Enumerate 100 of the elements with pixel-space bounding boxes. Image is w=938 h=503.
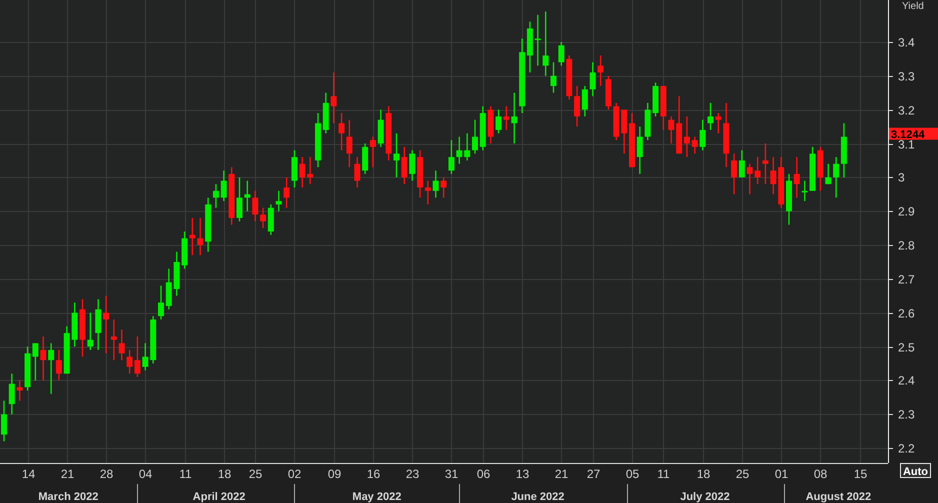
candlestick	[252, 190, 258, 222]
x-tick-label: 11	[657, 467, 670, 481]
candlestick	[511, 92, 518, 144]
x-tick-label: 11	[179, 467, 192, 481]
candlestick	[778, 157, 784, 208]
x-tick-label: 08	[814, 467, 828, 481]
candlestick	[621, 110, 628, 154]
x-tick-label: 28	[100, 467, 114, 481]
candlestick	[220, 170, 227, 202]
candlestick	[746, 164, 753, 194]
candlestick	[150, 316, 156, 364]
y-tick-label: 2.7	[898, 272, 915, 286]
candlestick	[394, 133, 400, 178]
candlestick	[534, 14, 541, 66]
candlestick	[409, 150, 416, 181]
candlestick	[794, 157, 800, 198]
x-tick-label: 21	[554, 467, 568, 481]
candlestick	[95, 299, 102, 350]
y-tick-label: 2.3	[898, 408, 915, 422]
x-tick-label: 25	[248, 467, 262, 481]
candlestick	[228, 167, 235, 225]
x-tick-label: 06	[476, 467, 490, 481]
candlestick	[590, 62, 596, 96]
candlestick	[708, 102, 714, 130]
x-tick-label: 18	[696, 467, 710, 481]
candlestick	[715, 113, 722, 134]
candlestick	[174, 252, 180, 296]
x-tick-label: 04	[138, 467, 152, 481]
x-tick-label: 27	[586, 467, 600, 481]
month-label: August 2022	[806, 491, 872, 503]
candlestick	[770, 157, 776, 194]
candlestick	[786, 174, 792, 225]
candlestick	[1, 400, 7, 442]
axis-title: Yield	[902, 1, 924, 12]
candlestick	[142, 343, 148, 370]
candlestick	[315, 113, 321, 168]
candlestick	[386, 106, 392, 160]
candlestick	[636, 126, 643, 174]
candlestick	[456, 136, 462, 164]
candlestick	[464, 133, 470, 160]
x-tick-label: 15	[854, 467, 868, 481]
x-tick-label: 02	[288, 467, 302, 481]
y-tick-label: 2.4	[898, 374, 915, 388]
candlestick	[158, 286, 164, 320]
x-tick-label: 16	[366, 467, 380, 481]
candlestick	[72, 302, 78, 347]
candlestick	[166, 268, 172, 310]
x-tick-label: 18	[218, 467, 232, 481]
candlestick	[480, 106, 486, 150]
candlestick	[330, 72, 337, 124]
x-tick-label: 31	[444, 467, 458, 481]
month-label: June 2022	[511, 491, 564, 503]
candlestick	[40, 336, 46, 380]
candlestick	[378, 110, 384, 147]
x-tick-label: 14	[22, 467, 36, 481]
candlestick	[488, 106, 494, 144]
x-tick-label: 25	[736, 467, 750, 481]
candlestick	[723, 102, 730, 168]
y-tick-label: 3.3	[898, 70, 915, 84]
candlestick	[700, 120, 706, 150]
month-label: April 2022	[192, 491, 246, 503]
candlestick	[354, 157, 360, 188]
candlestick	[299, 157, 306, 188]
candlestick	[472, 120, 478, 154]
y-tick-label: 2.5	[898, 340, 915, 354]
x-tick-label: 05	[626, 467, 640, 481]
candlestick	[802, 180, 808, 202]
candlestick	[236, 177, 242, 222]
candlestick	[692, 136, 698, 154]
candlestick	[440, 177, 447, 198]
candlestick	[307, 157, 314, 184]
candlestick	[197, 218, 204, 256]
auto-scale-button[interactable]: Auto	[900, 463, 931, 478]
candlestick	[401, 146, 408, 184]
month-label: July 2022	[680, 491, 730, 503]
candlestick	[550, 62, 556, 93]
candlestick	[542, 12, 549, 76]
candlestick	[16, 380, 23, 401]
candlestick	[668, 116, 674, 144]
candlestick	[566, 56, 572, 100]
x-tick-label: 01	[774, 467, 788, 481]
candlestick	[629, 113, 635, 168]
candlestick	[244, 180, 250, 212]
y-tick-label: 2.6	[898, 306, 915, 320]
candlestick	[8, 374, 15, 414]
candlestick	[613, 102, 620, 140]
y-tick-label: 2.2	[898, 442, 915, 456]
candlestick	[448, 140, 454, 174]
y-tick-label: 3.2	[898, 104, 915, 118]
y-tick-label: 3.4	[898, 36, 915, 50]
candlestick	[87, 312, 94, 350]
candlestick	[80, 299, 86, 357]
y-tick-label: 2.9	[898, 204, 915, 218]
x-tick-label: 13	[516, 467, 530, 481]
candlestick	[558, 42, 564, 66]
candlestick	[432, 170, 439, 198]
x-tick-label: 23	[406, 467, 420, 481]
candlestick	[118, 330, 125, 360]
y-tick-label: 3	[898, 170, 905, 184]
month-label: March 2022	[38, 491, 98, 503]
